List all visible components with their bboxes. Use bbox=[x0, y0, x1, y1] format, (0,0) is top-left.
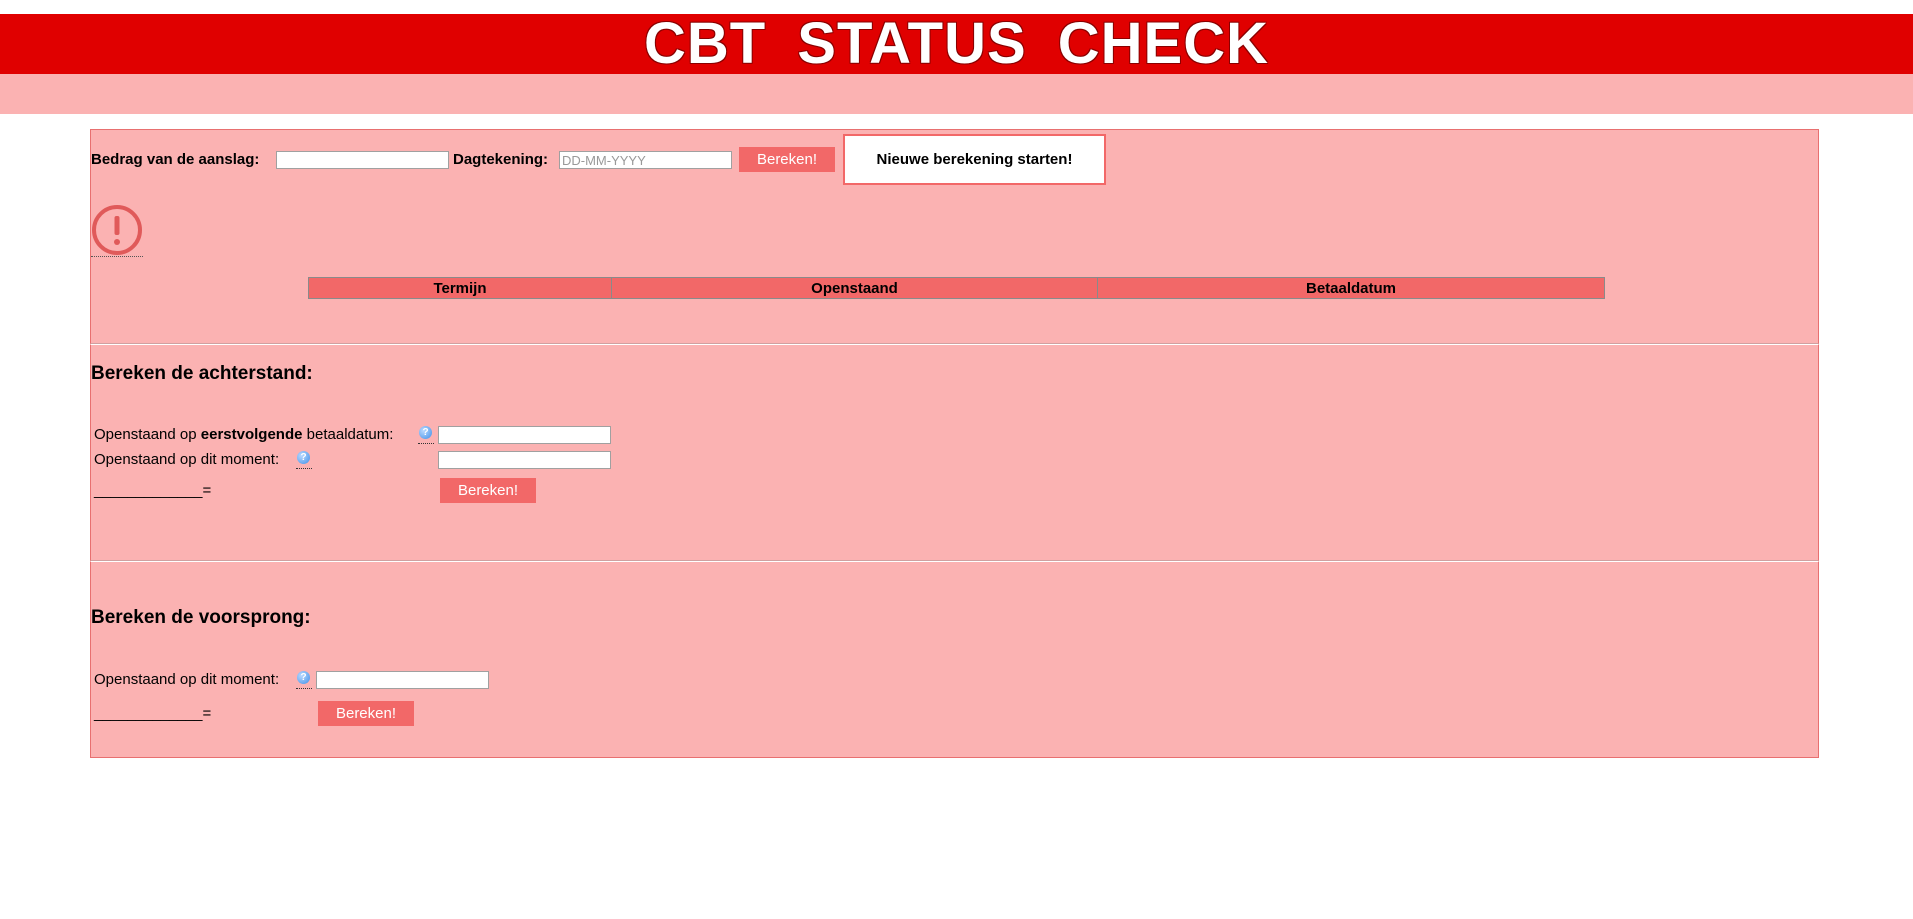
column-header-termijn: Termijn bbox=[308, 277, 612, 299]
page-title: CBT STATUS CHECK bbox=[643, 11, 1270, 76]
help-icon[interactable]: ? bbox=[296, 450, 312, 469]
lead-panel: Bereken de voorsprong: Openstaand op dit… bbox=[90, 561, 1819, 758]
help-icon[interactable]: ? bbox=[418, 425, 434, 444]
arrears-result: _____________= bbox=[94, 482, 212, 499]
payment-table: Termijn Openstaand Betaaldatum bbox=[308, 277, 1605, 299]
help-icon[interactable]: ? bbox=[296, 670, 312, 689]
amount-label: Bedrag van de aanslag: bbox=[91, 151, 260, 168]
arrears-calculate-button[interactable]: Bereken! bbox=[440, 478, 536, 503]
lead-heading: Bereken de voorsprong: bbox=[91, 607, 311, 628]
lead-calculate-button[interactable]: Bereken! bbox=[318, 701, 414, 726]
header-sub-bar bbox=[0, 74, 1913, 114]
date-input[interactable] bbox=[559, 151, 732, 169]
arrears-current-label: Openstaand op dit moment: bbox=[94, 451, 280, 468]
arrears-next-date-input[interactable] bbox=[438, 426, 611, 444]
arrears-current-input[interactable] bbox=[438, 451, 611, 469]
new-calculation-button[interactable]: Nieuwe berekening starten! bbox=[843, 134, 1106, 185]
column-header-openstaand: Openstaand bbox=[611, 277, 1098, 299]
amount-input[interactable] bbox=[276, 151, 449, 169]
exclamation-circle-icon bbox=[91, 205, 143, 257]
column-header-betaaldatum: Betaaldatum bbox=[1097, 277, 1605, 299]
lead-current-label: Openstaand op dit moment: bbox=[94, 671, 280, 688]
table-header-row: Termijn Openstaand Betaaldatum bbox=[308, 277, 1605, 299]
date-label: Dagtekening: bbox=[453, 151, 549, 168]
main-calculation-panel: Bedrag van de aanslag: Dagtekening: Bere… bbox=[90, 129, 1819, 344]
lead-result: _____________= bbox=[94, 705, 212, 722]
arrears-next-date-label: Openstaand op eerstvolgende betaaldatum: bbox=[94, 426, 394, 443]
calculate-button[interactable]: Bereken! bbox=[739, 147, 835, 172]
lead-current-input[interactable] bbox=[316, 671, 489, 689]
arrears-heading: Bereken de achterstand: bbox=[91, 363, 313, 384]
header-bar: CBT STATUS CHECK bbox=[0, 14, 1913, 74]
arrears-panel: Bereken de achterstand: Openstaand op ee… bbox=[90, 344, 1819, 561]
